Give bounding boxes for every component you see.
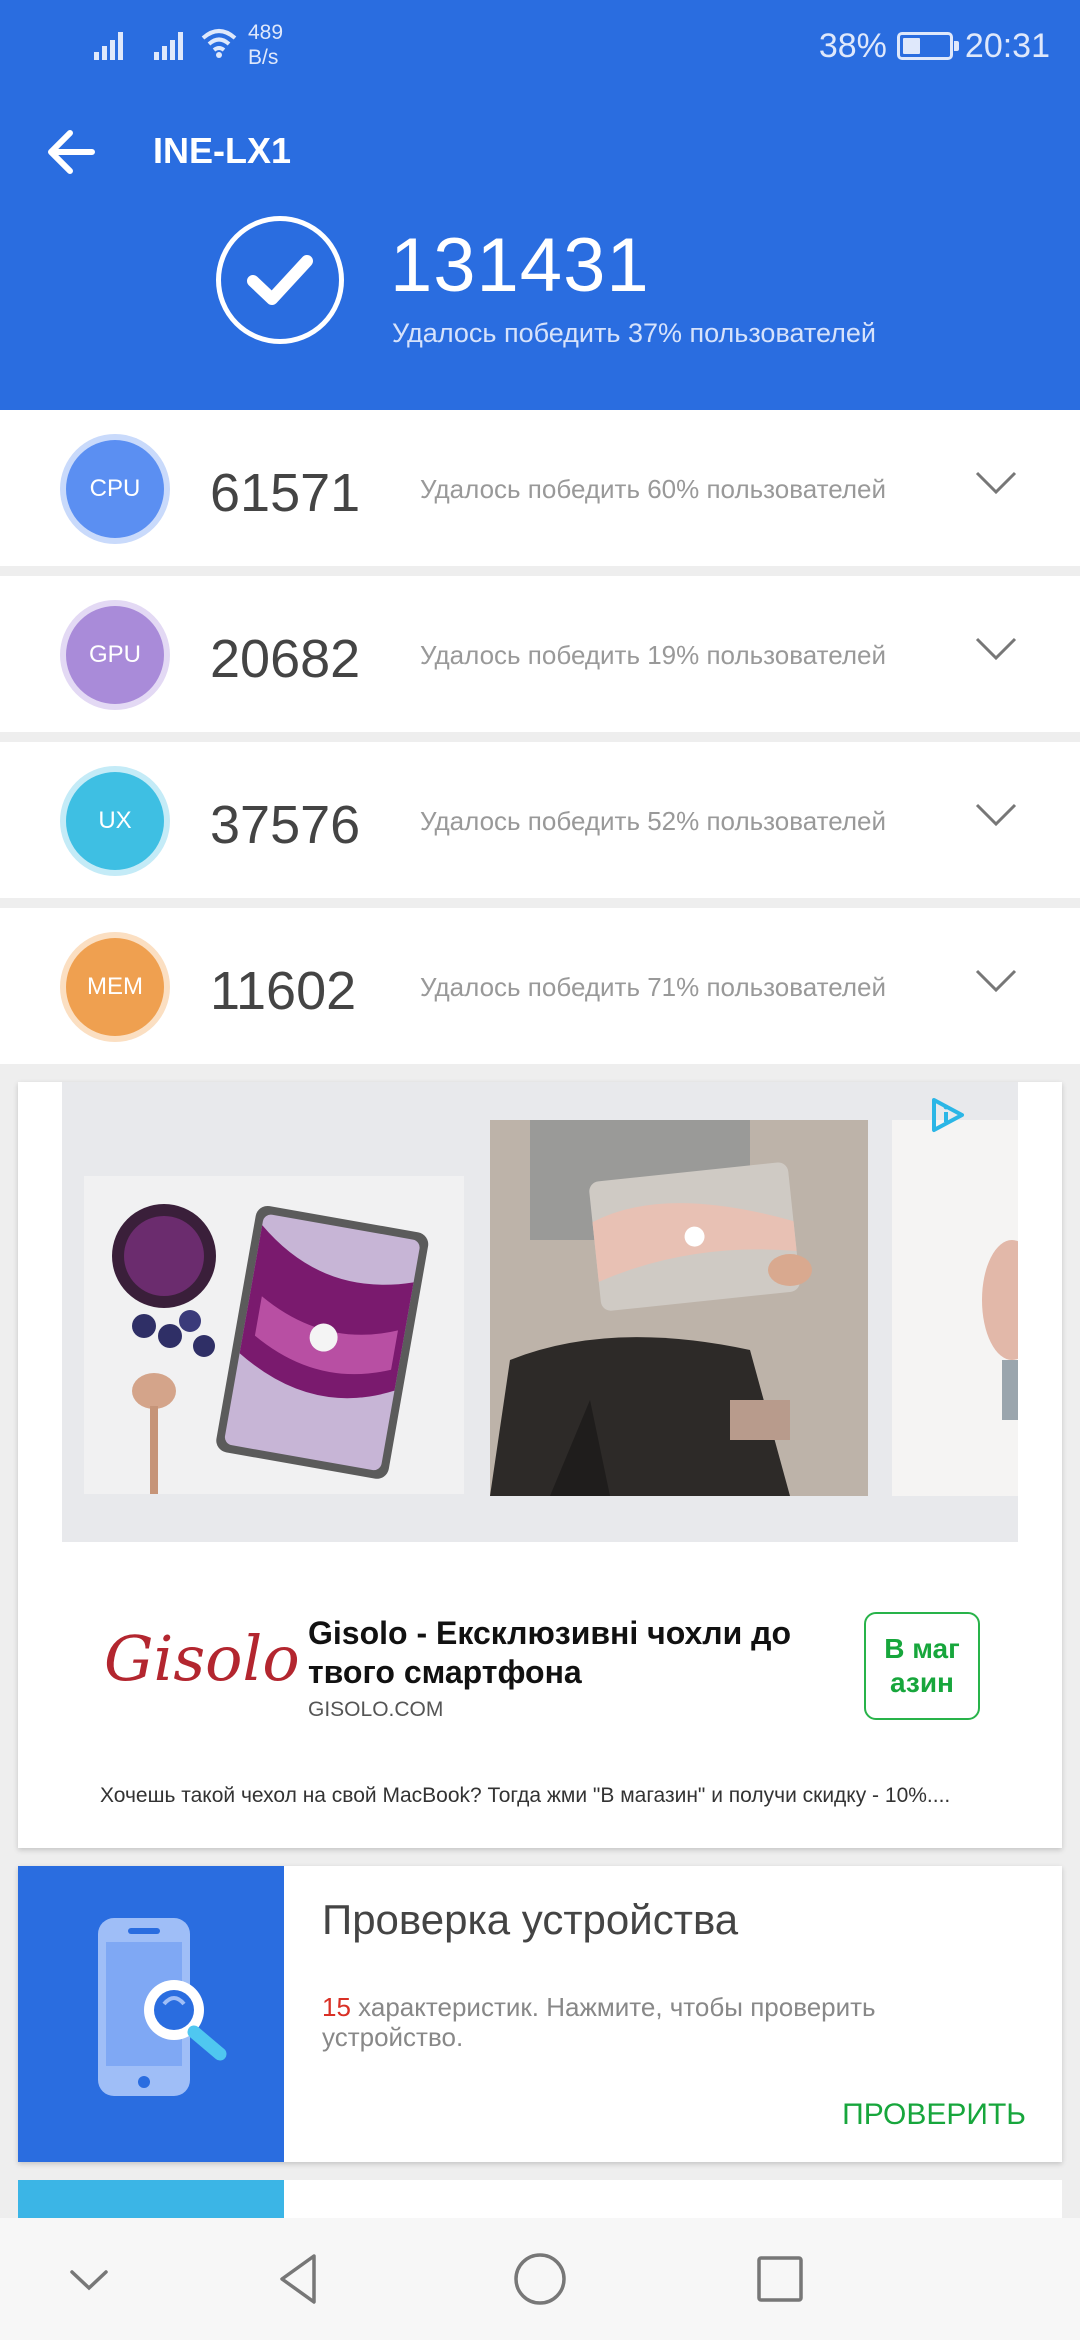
ad-store-button[interactable]: В магазин [864,1612,980,1720]
gpu-subtitle: Удалось победить 19% пользователей [420,640,887,670]
device-check-banner [18,1866,284,2162]
battery-percent: 38% [818,26,887,65]
chevron-down-icon[interactable] [974,800,1018,830]
back-arrow-icon[interactable] [42,124,102,180]
cell-signal-2-icon [154,32,183,60]
ad-title[interactable]: Gisolo - Ексклюзивні чохли до твого смар… [308,1614,838,1692]
wifi-icon [201,29,237,58]
gpu-badge: GPU [66,606,164,704]
ad-image-partial[interactable] [892,1120,1018,1496]
cpu-score: 61571 [210,463,361,523]
chevron-down-icon[interactable] [974,966,1018,996]
device-check-title: Проверка устройства [322,1896,739,1943]
ux-badge: UX [66,772,164,870]
check-button[interactable]: ПРОВЕРИТЬ [842,2098,1026,2132]
score-row-cpu[interactable]: CPU 61571 Удалось победить 60% пользоват… [0,410,1080,566]
collapse-nav-icon[interactable] [58,2248,120,2310]
app-screen: 489 B/s 38% 20:31 INE-LX1 131431 Удалось… [0,0,1080,2340]
ux-subtitle: Удалось победить 52% пользователей [420,806,887,836]
chevron-down-icon[interactable] [974,634,1018,664]
ad-logo: Gisolo [104,1622,300,1695]
ad-description: Хочешь такой чехол на свой MacBook? Тогд… [100,1784,951,1807]
total-score-subtitle: Удалось победить 37% пользователей [392,318,876,348]
device-check-card[interactable]: Проверка устройства 15 характеристик. На… [18,1866,1062,2162]
network-speed: 489 B/s [248,20,283,70]
cpu-subtitle: Удалось победить 60% пользователей [420,474,887,504]
score-row-mem[interactable]: MEM 11602 Удалось победить 71% пользоват… [0,908,1080,1064]
ad-card[interactable]: Gisolo Gisolo - Ексклюзивні чохли до тво… [18,1082,1062,1848]
status-right: 38% 20:31 [819,24,1050,68]
nav-home-icon[interactable] [509,2248,571,2310]
status-bar: 489 B/s 38% 20:31 [0,0,1080,92]
check-circle-icon [216,216,344,344]
ad-image-carousel[interactable] [62,1082,1018,1542]
mem-subtitle: Удалось победить 71% пользователей [420,972,887,1002]
network-speed-unit: B/s [248,46,279,69]
ad-domain: GISOLO.COM [308,1698,444,1721]
total-score: 131431 [390,223,650,308]
score-row-ux[interactable]: UX 37576 Удалось победить 52% пользовате… [0,742,1080,898]
network-speed-value: 489 [248,21,284,44]
result-header: 489 B/s 38% 20:31 INE-LX1 131431 Удалось… [0,0,1080,410]
cpu-badge: CPU [66,440,164,538]
mem-score: 11602 [210,961,357,1021]
device-title: INE-LX1 [153,130,292,171]
gpu-score: 20682 [210,629,361,689]
chevron-down-icon[interactable] [974,468,1018,498]
characteristics-count: 15 [322,1992,351,2022]
nav-recents-icon[interactable] [749,2248,811,2310]
score-row-gpu[interactable]: GPU 20682 Удалось победить 19% пользоват… [0,576,1080,732]
cell-signal-icon [94,32,123,60]
ad-image-marble-case[interactable] [490,1120,868,1496]
system-nav-bar [0,2218,1080,2340]
device-check-description: 15 характеристик. Нажмите, чтобы провери… [322,1992,1022,2052]
ad-image-purple-case[interactable] [84,1176,464,1494]
nav-back-icon[interactable] [268,2248,330,2310]
device-check-text: характеристик. Нажмите, чтобы проверить … [322,1992,876,2052]
ux-score: 37576 [210,795,361,855]
mem-badge: MEM [66,938,164,1036]
battery-icon [896,32,959,60]
clock: 20:31 [964,26,1050,65]
phone-magnifier-icon [98,1918,227,2096]
ad-choices-icon[interactable] [928,1096,966,1134]
